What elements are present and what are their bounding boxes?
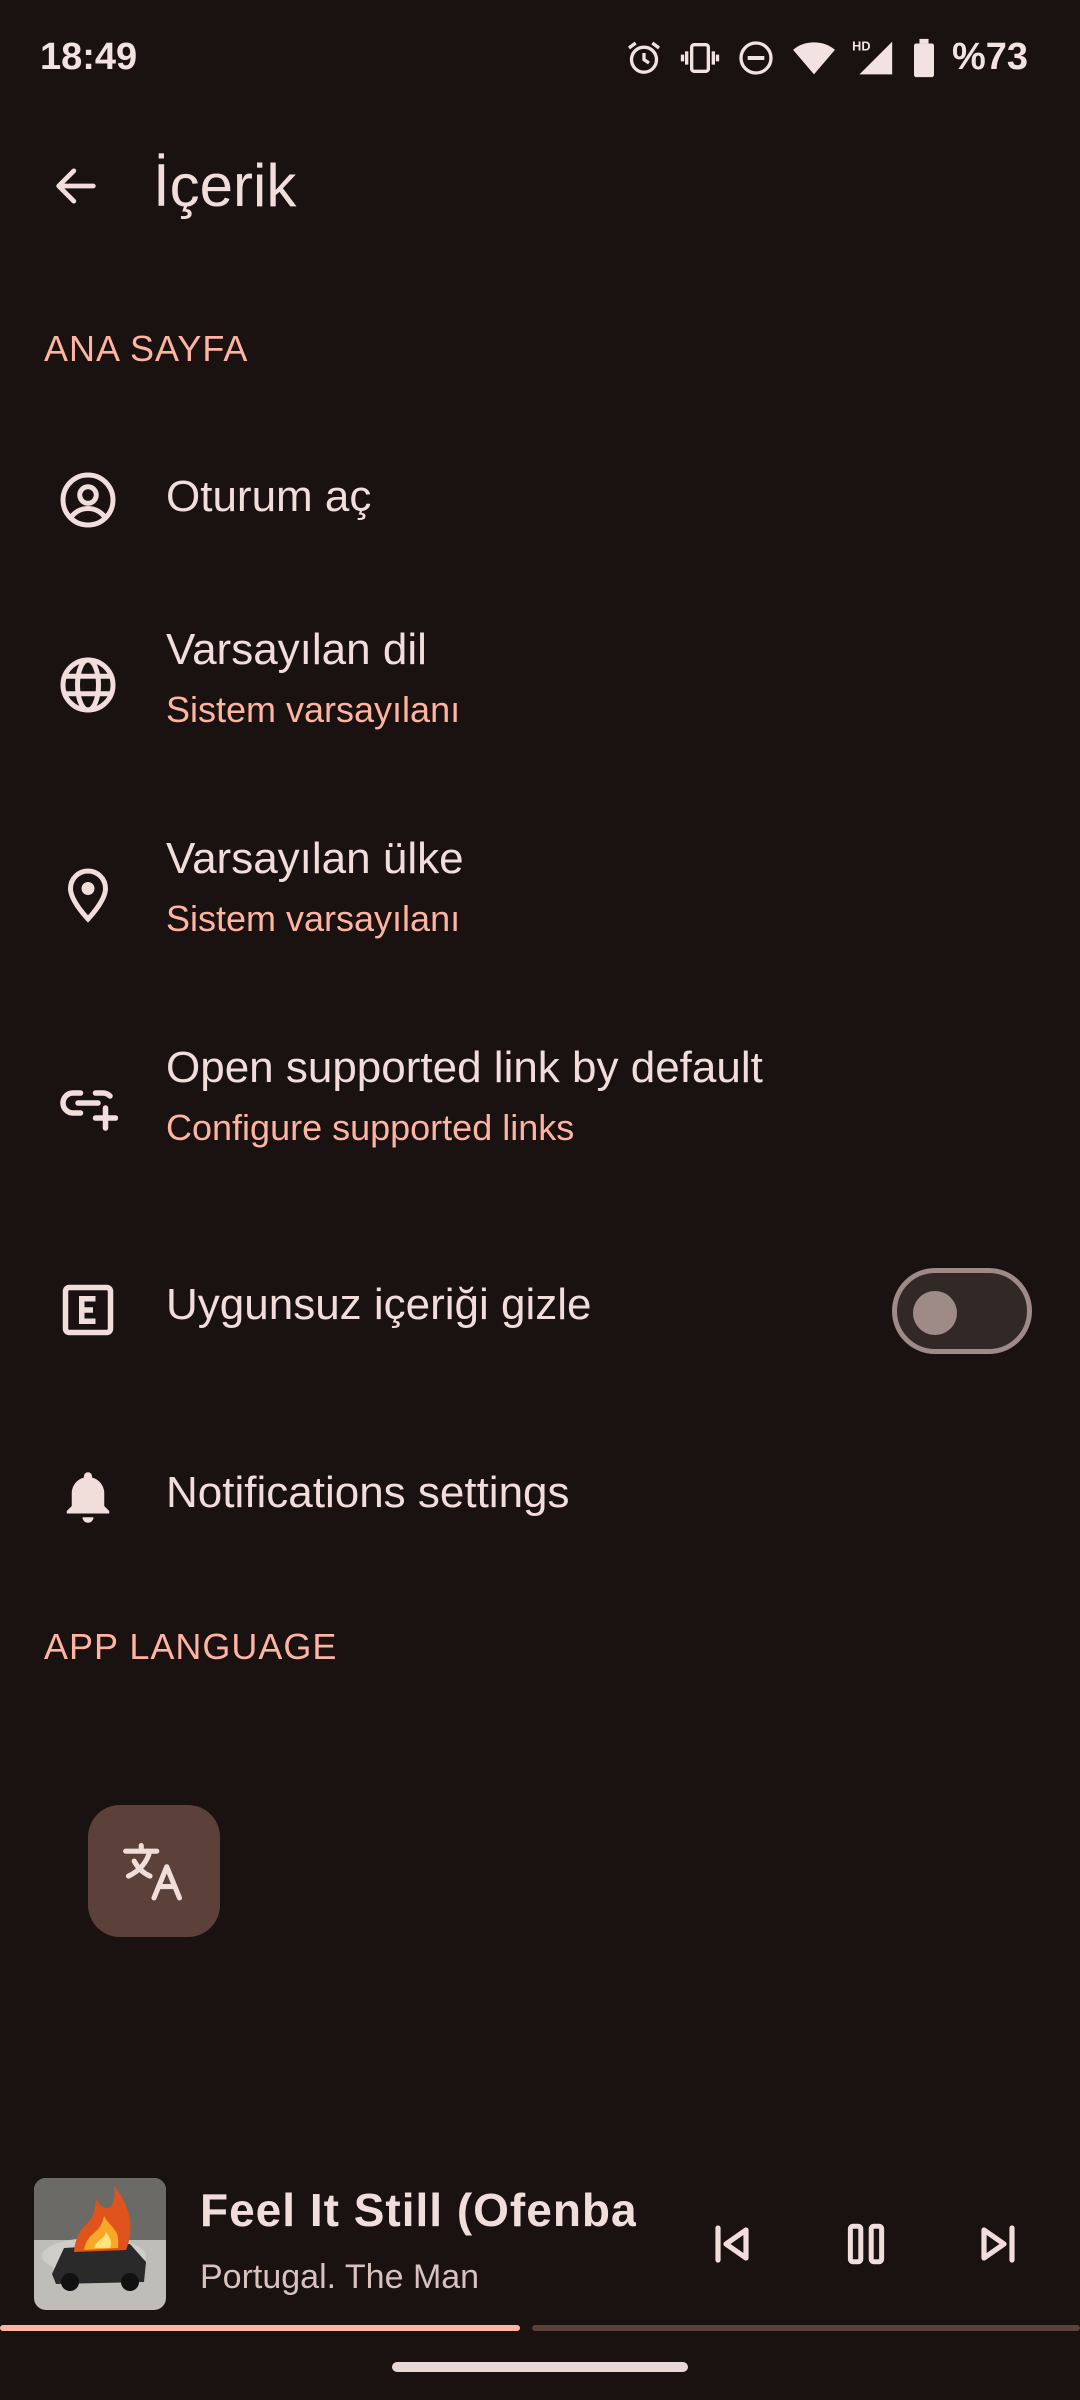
default-country-value: Sistem varsayılanı [166,898,461,939]
battery-icon [913,38,934,77]
battery-percentage: %73 [951,36,1028,78]
default-language-label: Varsayılan dil [166,625,427,674]
default-language-row[interactable]: Varsayılan dil Sistem varsayılanı [0,605,1080,755]
notifications-row[interactable]: Notifications settings [0,1438,1080,1558]
add-link-icon [56,1071,120,1135]
explicit-icon [56,1278,120,1342]
pause-button[interactable] [830,2208,902,2280]
skip-previous-icon [715,2225,749,2263]
page-title: İçerik [153,152,297,219]
hide-explicit-toggle[interactable] [892,1268,1032,1354]
track-title[interactable]: Feel It Still (Ofenba [200,2183,636,2237]
supported-links-row[interactable]: Open supported link by default Configure… [0,1023,1080,1173]
track-artist[interactable]: Portugal. The Man [200,2258,479,2297]
status-time: 18:49 [40,36,138,78]
account-circle-icon [56,468,120,532]
default-language-value: Sistem varsayılanı [166,689,461,730]
toggle-knob [913,1291,957,1335]
app-language-button[interactable] [88,1805,220,1937]
home-indicator[interactable] [392,2362,688,2372]
notifications-label: Notifications settings [166,1468,570,1517]
dnd-icon [739,40,773,75]
album-art[interactable] [34,2178,166,2310]
svg-text:HD: HD [852,38,870,53]
sign-in-label: Oturum aç [166,472,372,521]
globe-icon [56,653,120,717]
arrow-back-icon [56,168,96,204]
translate-icon [123,1842,183,1901]
back-button[interactable] [40,150,112,222]
skip-previous-button[interactable] [696,2208,768,2280]
supported-links-value: Configure supported links [166,1107,575,1148]
alarm-icon [627,41,660,74]
section-header-app-language: APP LANGUAGE [44,1626,338,1667]
default-country-row[interactable]: Varsayılan ülke Sistem varsayılanı [0,814,1080,964]
hd-signal-icon: HD [852,38,893,74]
default-country-label: Varsayılan ülke [166,834,464,883]
skip-next-icon [981,2225,1015,2263]
section-header-home: ANA SAYFA [44,328,249,369]
pause-icon [847,2223,885,2265]
status-icons: HD %73 [624,36,1028,79]
playback-progress-remaining[interactable] [532,2325,1080,2331]
sign-in-row[interactable]: Oturum aç [0,440,1080,560]
location-pin-icon [56,862,120,926]
vibrate-icon [680,42,720,73]
supported-links-label: Open supported link by default [166,1043,763,1092]
playback-progress-played[interactable] [0,2325,520,2331]
skip-next-button[interactable] [962,2208,1034,2280]
hide-explicit-label: Uygunsuz içeriği gizle [166,1280,592,1329]
bell-icon [56,1464,120,1528]
wifi-icon [793,41,835,74]
